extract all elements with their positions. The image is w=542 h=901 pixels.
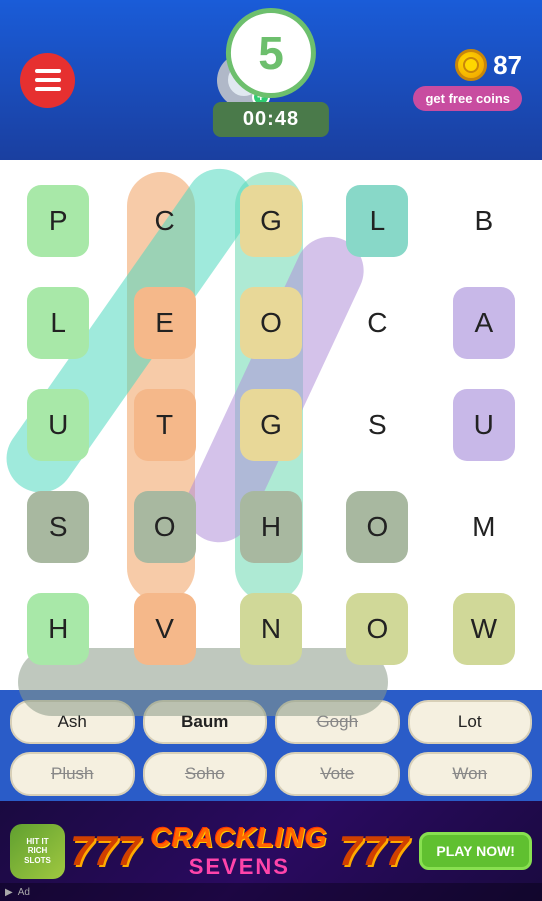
cell-3-4[interactable]: M	[431, 476, 537, 578]
ad-logo: HIT ITRICHSLOTS	[10, 824, 65, 879]
cell-0-3[interactable]: L	[324, 170, 430, 272]
center-score: 5 00:48	[213, 8, 329, 137]
letter-grid: P C G L B L E O C A U T G S U S O H O M …	[5, 170, 537, 680]
ad-label: Ad	[18, 887, 30, 898]
coins-number: 87	[493, 50, 522, 81]
score-circle: 5	[226, 8, 316, 98]
seven-right-icon: 777	[339, 827, 409, 875]
coins-area: 87 get free coins	[413, 49, 522, 111]
menu-icon	[35, 69, 61, 91]
sevens-subtitle: SEVENS	[189, 854, 290, 880]
cell-2-3[interactable]: S	[324, 374, 430, 476]
cell-4-2[interactable]: N	[218, 578, 324, 680]
cell-3-0[interactable]: S	[5, 476, 111, 578]
cell-0-0[interactable]: P	[5, 170, 111, 272]
cell-1-0[interactable]: L	[5, 272, 111, 374]
cell-2-2[interactable]: G	[218, 374, 324, 476]
cell-4-1[interactable]: V	[111, 578, 217, 680]
ad-center-section: CRACKLING SEVENS	[151, 822, 328, 880]
header: + 5 00:48 87 get free coins	[0, 0, 542, 160]
timer-bar: 00:48	[213, 102, 329, 137]
cell-1-3[interactable]: C	[324, 272, 430, 374]
get-free-coins-button[interactable]: get free coins	[413, 86, 522, 111]
menu-button[interactable]	[20, 53, 75, 108]
cell-4-0[interactable]: H	[5, 578, 111, 680]
cell-4-3[interactable]: O	[324, 578, 430, 680]
cell-0-2[interactable]: G	[218, 170, 324, 272]
cell-3-1[interactable]: O	[111, 476, 217, 578]
coins-count: 87	[455, 49, 522, 81]
ad-left-section: HIT ITRICHSLOTS 777	[10, 824, 140, 879]
score-number: 5	[258, 26, 284, 80]
coin-icon	[455, 49, 487, 81]
word-lot[interactable]: Lot	[408, 700, 533, 744]
cell-0-1[interactable]: C	[111, 170, 217, 272]
cell-0-4[interactable]: B	[431, 170, 537, 272]
timer-text: 00:48	[243, 108, 299, 130]
play-now-button[interactable]: PLAY NOW!	[419, 832, 532, 870]
cell-2-0[interactable]: U	[5, 374, 111, 476]
cell-1-2[interactable]: O	[218, 272, 324, 374]
cell-4-4[interactable]: W	[431, 578, 537, 680]
word-won[interactable]: Won	[408, 752, 533, 796]
cell-3-3[interactable]: O	[324, 476, 430, 578]
word-plush[interactable]: Plush	[10, 752, 135, 796]
word-soho[interactable]: Soho	[143, 752, 268, 796]
word-vote[interactable]: Vote	[275, 752, 400, 796]
cell-2-4[interactable]: U	[431, 374, 537, 476]
ad-arrow-icon: ▶	[5, 887, 13, 898]
cell-2-1[interactable]: T	[111, 374, 217, 476]
cell-3-2[interactable]: H	[218, 476, 324, 578]
cell-1-1[interactable]: E	[111, 272, 217, 374]
cell-1-4[interactable]: A	[431, 272, 537, 374]
ad-bottom-strip: ▶ Ad	[0, 883, 542, 901]
ad-banner[interactable]: HIT ITRICHSLOTS 777 CRACKLING SEVENS 777…	[0, 801, 542, 901]
seven-left-icon: 777	[70, 827, 140, 875]
game-board: P C G L B L E O C A U T G S U S O H O M …	[0, 160, 542, 690]
crackling-title: CRACKLING	[151, 822, 328, 854]
